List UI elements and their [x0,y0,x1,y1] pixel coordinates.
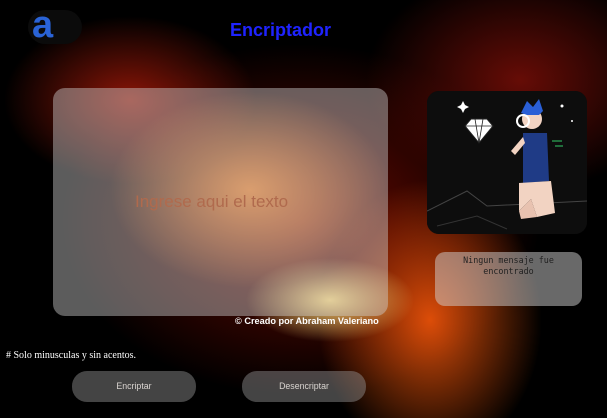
credit-text: © Creado por Abraham Valeriano [235,316,379,326]
logo: a [28,4,82,46]
text-input-placeholder: Ingrese aqui el texto [135,192,289,211]
output-message-box: Ningun mensaje fue encontrado [435,252,582,306]
decrypt-button[interactable]: Desencriptar [242,371,366,402]
person-with-magnifier-and-diamond-icon [427,91,587,234]
usage-note: # Solo minusculas y sin acentos. [6,350,136,361]
text-input[interactable]: Ingrese aqui el texto [53,88,388,316]
encrypt-button[interactable]: Encriptar [72,371,196,402]
page-title: Encriptador [230,20,332,40]
output-message: Ningun mensaje fue encontrado [463,255,554,276]
logo-letter: a [32,4,54,46]
